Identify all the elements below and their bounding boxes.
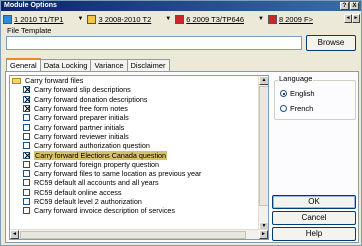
tree-item-label: Carry forward authorization question bbox=[34, 141, 150, 151]
tree-list: Carry forward files Carry forward slip d… bbox=[10, 76, 258, 231]
checkbox[interactable] bbox=[23, 179, 30, 187]
tree-item-label: Carry forward invoice description of ser… bbox=[34, 206, 176, 216]
title-bar: Module Options ? X bbox=[1, 1, 361, 11]
tab-scroll: ◄ ► bbox=[344, 14, 360, 23]
tree-root-label: Carry forward files bbox=[25, 76, 84, 86]
radio-french-label: French bbox=[290, 104, 314, 113]
checkbox[interactable] bbox=[23, 142, 30, 150]
checkbox[interactable] bbox=[23, 170, 30, 178]
close-button[interactable]: X bbox=[350, 2, 359, 10]
tree-item[interactable]: Carry forward free form notes bbox=[10, 104, 258, 113]
horizontal-scroll-thumb[interactable] bbox=[20, 231, 246, 239]
scroll-left-arrow[interactable]: ◄ bbox=[10, 230, 19, 239]
language-legend: Language bbox=[278, 74, 314, 83]
tree-item[interactable]: Carry forward files to same location as … bbox=[10, 169, 258, 178]
tree-item-label: Carry forward slip descriptions bbox=[34, 85, 131, 95]
module-options-dialog: Module Options ? X 1 2010 T1/TP1 ▼ 3 200… bbox=[0, 0, 362, 246]
return-icon bbox=[3, 14, 12, 24]
checkbox[interactable] bbox=[23, 188, 30, 196]
tree-item[interactable]: Carry forward partner initials bbox=[10, 122, 258, 132]
language-group bbox=[274, 80, 356, 120]
tree-item-label: Carry forward files to same location as … bbox=[34, 169, 202, 179]
tree-item-label: Carry forward partner initials bbox=[34, 122, 125, 132]
help-title-button[interactable]: ? bbox=[340, 2, 349, 10]
scroll-right-button[interactable]: ► bbox=[352, 14, 360, 23]
tree-item[interactable]: RC59 default online access bbox=[10, 188, 258, 197]
browse-button[interactable]: Browse bbox=[306, 35, 356, 51]
year-tab-4[interactable]: 8 2009 F> bbox=[268, 13, 313, 25]
radio-button[interactable] bbox=[280, 90, 287, 97]
checkbox[interactable] bbox=[23, 151, 30, 159]
checkbox[interactable] bbox=[23, 132, 30, 140]
tree-item[interactable]: Carry forward reviewer initials bbox=[10, 132, 258, 141]
tab-general[interactable]: General bbox=[6, 58, 41, 71]
tree-item-label: Carry forward donation descriptions bbox=[34, 94, 148, 104]
checkbox[interactable] bbox=[23, 207, 30, 215]
tree-item[interactable]: Carry forward donation descriptions bbox=[10, 95, 258, 104]
help-button[interactable]: Help bbox=[272, 227, 356, 241]
radio-button[interactable] bbox=[280, 105, 287, 112]
tree-item[interactable]: Carry forward invoice description of ser… bbox=[10, 206, 258, 215]
tree-item-label: RC59 default all accounts and all years bbox=[34, 178, 159, 188]
folder-icon bbox=[12, 77, 21, 84]
scroll-up-button[interactable]: ▲ bbox=[259, 76, 268, 85]
checkbox[interactable] bbox=[23, 123, 30, 131]
return-icon bbox=[268, 14, 277, 24]
tree-item-label: Carry forward preparer initials bbox=[34, 113, 129, 123]
tree-item[interactable]: RC59 default all accounts and all years bbox=[10, 178, 258, 187]
year-tab-2[interactable]: 3 2008-2010 T2 ▼ bbox=[87, 13, 171, 25]
window-title: Module Options bbox=[4, 2, 57, 9]
tree-item[interactable]: Carry forward authorization question bbox=[10, 141, 258, 150]
vertical-scrollbar[interactable]: ▲ ▼ bbox=[258, 76, 268, 231]
checkbox[interactable] bbox=[23, 114, 30, 122]
options-tree: Carry forward files Carry forward slip d… bbox=[9, 75, 269, 240]
chevron-down-icon: ▼ bbox=[77, 16, 84, 22]
chevron-down-icon: ▼ bbox=[165, 16, 172, 22]
tree-item-label: RC59 default level 2 authorization bbox=[34, 197, 142, 206]
tree-item-label: RC59 default online access bbox=[34, 187, 122, 197]
tree-items: Carry forward slip descriptions Carry for… bbox=[10, 85, 258, 215]
vertical-scroll-thumb[interactable] bbox=[259, 86, 268, 206]
radio-french[interactable]: French bbox=[280, 104, 313, 113]
tree-root[interactable]: Carry forward files bbox=[10, 76, 258, 85]
horizontal-scrollbar[interactable]: ◄ ► bbox=[10, 229, 268, 239]
checkbox[interactable] bbox=[23, 198, 30, 205]
return-icon bbox=[175, 14, 185, 24]
file-template-label: File Template bbox=[7, 26, 52, 35]
year-tabstrip: 1 2010 T1/TP1 ▼ 3 2008-2010 T2 ▼ 6 2009 … bbox=[3, 13, 360, 25]
tab-disclaimer[interactable]: Disclaimer bbox=[126, 59, 170, 71]
tree-item[interactable]: Carry forward slip descriptions bbox=[10, 85, 258, 94]
tab-variance[interactable]: Variance bbox=[90, 59, 128, 71]
tree-item[interactable]: Carry forward foreign property question bbox=[10, 160, 258, 169]
radio-english-label: English bbox=[290, 89, 315, 98]
tab-data-locking[interactable]: Data Locking bbox=[39, 59, 92, 71]
general-panel: Carry forward files Carry forward slip d… bbox=[5, 71, 359, 243]
year-tab-1[interactable]: 1 2010 T1/TP1 ▼ bbox=[3, 13, 83, 25]
checkbox[interactable] bbox=[23, 95, 30, 103]
return-icon bbox=[87, 14, 97, 24]
tree-item-label: Carry forward free form notes bbox=[34, 104, 128, 114]
tree-item-label: Carry forward reviewer initials bbox=[34, 131, 129, 141]
tree-item[interactable]: Carry forward Elections Canada question bbox=[10, 150, 258, 160]
tree-item[interactable]: Carry forward preparer initials bbox=[10, 113, 258, 122]
radio-english[interactable]: English bbox=[280, 89, 315, 98]
checkbox[interactable] bbox=[23, 105, 30, 113]
cancel-button[interactable]: Cancel bbox=[272, 211, 356, 225]
scroll-left-button[interactable]: ◄ bbox=[344, 14, 352, 23]
ok-button[interactable]: OK bbox=[272, 195, 356, 209]
tree-item[interactable]: RC59 default level 2 authorization bbox=[10, 197, 258, 206]
file-template-input[interactable] bbox=[6, 36, 302, 50]
checkbox[interactable] bbox=[23, 86, 30, 94]
checkbox[interactable] bbox=[23, 160, 30, 168]
tree-item-label: Carry forward foreign property question bbox=[34, 159, 160, 169]
chevron-down-icon: ▼ bbox=[258, 16, 264, 22]
year-tab-3[interactable]: 6 2009 T3/TP646 ▼ bbox=[175, 13, 264, 25]
tree-item-label: Carry forward Elections Canada question bbox=[34, 150, 168, 160]
title-buttons: ? X bbox=[340, 2, 359, 10]
options-tabs: General Data Locking Variance Disclaimer bbox=[6, 58, 170, 71]
scroll-right-arrow[interactable]: ► bbox=[259, 230, 268, 239]
